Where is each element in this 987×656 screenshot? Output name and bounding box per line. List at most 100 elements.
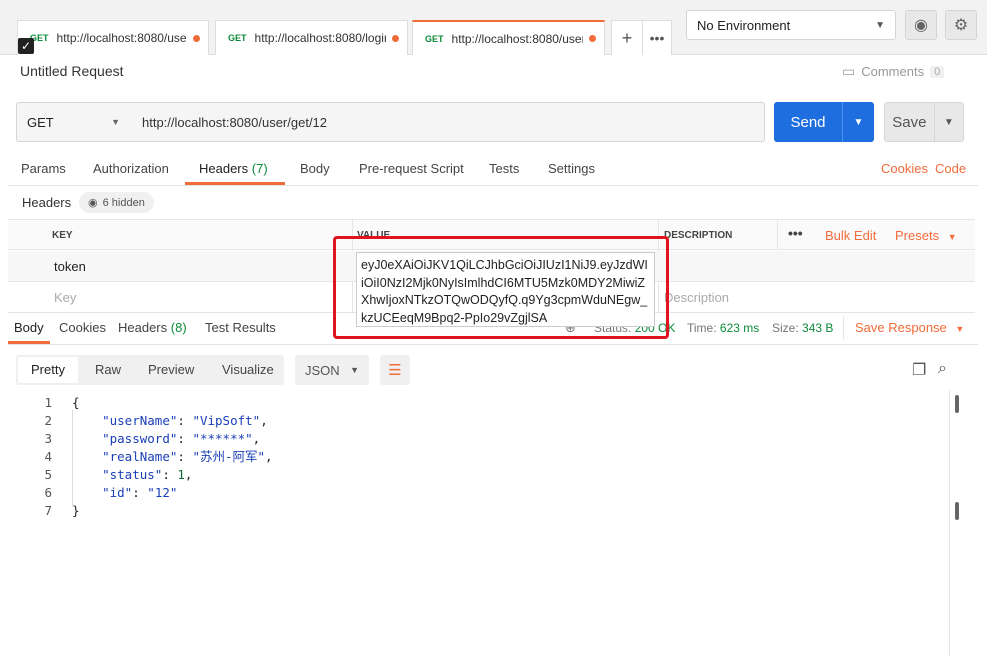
format-select[interactable]: JSON ▼	[295, 355, 369, 385]
request-tab-3[interactable]: GET http://localhost:8080/user/get/12	[412, 20, 605, 55]
line-number: 3	[44, 431, 52, 446]
view-pretty-button[interactable]: Pretty	[31, 362, 65, 377]
request-tabs: Params Authorization Headers (7) Body Pr…	[8, 153, 978, 186]
presets-dropdown[interactable]: Presets ▼	[895, 228, 957, 243]
new-tab-button[interactable]: +	[611, 20, 643, 55]
scrollbar-thumb[interactable]	[955, 395, 959, 413]
method-select[interactable]: GET ▼	[16, 102, 131, 142]
environment-label: No Environment	[697, 17, 791, 33]
more-tabs-button[interactable]: •••	[642, 20, 672, 55]
code-line: "realName": "苏州-阿军",	[102, 449, 273, 464]
environment-quick-look-button[interactable]: ◉	[905, 10, 937, 40]
scrollbar-thumb[interactable]	[955, 502, 959, 520]
more-icon: •••	[649, 30, 665, 46]
view-visualize-button[interactable]: Visualize	[222, 362, 274, 377]
tab-tests[interactable]: Tests	[489, 161, 519, 176]
tab-body[interactable]: Body	[300, 161, 330, 176]
format-label: JSON	[305, 362, 340, 378]
hidden-headers-label: 6 hidden	[102, 196, 145, 209]
json-username-value: VipSoft	[199, 413, 253, 428]
tab-method: GET	[425, 33, 444, 44]
bulk-edit-link[interactable]: Bulk Edit	[825, 228, 876, 243]
resp-tab-headers[interactable]: Headers (8)	[118, 320, 187, 335]
line-number: 6	[44, 485, 52, 500]
response-body-code[interactable]: { "userName": "VipSoft", "password": "**…	[72, 394, 273, 520]
url-input[interactable]: http://localhost:8080/user/get/12	[130, 102, 765, 142]
resp-tab-headers-label: Headers	[118, 320, 168, 335]
response-time: Time: 623 ms	[687, 321, 759, 335]
manage-environments-button[interactable]: ⚙	[945, 10, 977, 40]
header-key[interactable]: token	[54, 259, 86, 274]
resp-tab-cookies[interactable]: Cookies	[59, 320, 106, 335]
code-line: "password": "******",	[102, 431, 261, 446]
code-link[interactable]: Code	[935, 161, 966, 176]
wrap-icon: ☰	[388, 362, 402, 379]
unsaved-dot-icon	[193, 34, 200, 42]
tab-headers-label: Headers	[199, 161, 249, 176]
tab-url: http://localhost:8080/user/get/12	[451, 31, 583, 46]
column-key: KEY	[52, 230, 73, 241]
active-tab-indicator	[185, 182, 285, 185]
save-response-dropdown[interactable]: Save Response ▼	[855, 320, 964, 335]
tab-authorization[interactable]: Authorization	[93, 161, 169, 176]
tab-url: http://localhost:8080/user/get/12	[56, 31, 187, 45]
view-raw-button[interactable]: Raw	[95, 362, 121, 377]
response-size: Size: 343 B	[772, 321, 833, 335]
size-value: 343 B	[802, 321, 834, 335]
tab-params[interactable]: Params	[21, 161, 66, 176]
header-enabled-checkbox[interactable]: ✓	[18, 38, 34, 54]
gear-icon: ⚙	[953, 17, 969, 34]
tab-headers[interactable]: Headers (7)	[199, 161, 268, 176]
line-number: 4	[44, 449, 52, 464]
column-options-icon[interactable]: •••	[788, 225, 803, 241]
headers-section-label: Headers	[22, 195, 72, 210]
wrap-lines-button[interactable]: ☰	[380, 355, 410, 385]
hidden-headers-toggle[interactable]: ◉ 6 hidden	[79, 192, 154, 213]
resp-tab-body[interactable]: Body	[14, 320, 44, 335]
presets-label: Presets	[895, 228, 940, 243]
comment-icon: ▭	[842, 63, 856, 79]
line-number: 5	[44, 467, 52, 482]
key-input[interactable]: Key	[54, 290, 76, 305]
editor-border	[949, 390, 950, 656]
tab-prerequest-script[interactable]: Pre-request Script	[359, 161, 464, 176]
tab-method: GET	[228, 33, 247, 43]
resp-tab-test-results[interactable]: Test Results	[205, 320, 276, 335]
chevron-down-icon: ▼	[875, 19, 885, 31]
line-number: 7	[44, 503, 52, 518]
code-line: "userName": "VipSoft",	[102, 413, 268, 428]
copy-icon[interactable]: ❐	[912, 360, 926, 380]
send-options-chevron-icon[interactable]: ▼	[842, 102, 874, 142]
code-line: "id": "12"	[102, 485, 178, 500]
save-response-label: Save Response	[855, 320, 947, 335]
environment-select[interactable]: No Environment ▼	[686, 10, 896, 40]
time-label: Time:	[687, 321, 717, 335]
comments-count: 0	[930, 65, 945, 78]
description-input[interactable]: Description	[664, 290, 729, 305]
save-options-chevron-icon[interactable]: ▼	[933, 103, 963, 141]
save-button[interactable]: Save ▼	[884, 102, 964, 142]
active-response-tab-indicator	[8, 341, 50, 344]
json-status-value: 1	[177, 467, 185, 482]
tab-settings[interactable]: Settings	[548, 161, 595, 176]
method-label: GET	[27, 114, 54, 130]
unsaved-dot-icon	[392, 34, 399, 42]
line-number: 2	[44, 413, 52, 428]
request-title[interactable]: Untitled Request	[20, 63, 124, 79]
search-icon[interactable]: ⌕	[938, 360, 947, 378]
request-tab-1[interactable]: GET http://localhost:8080/user/get/12	[17, 20, 209, 55]
highlight-annotation-box	[333, 236, 669, 339]
chevron-down-icon: ▼	[350, 365, 359, 375]
json-id-value: 12	[154, 485, 170, 500]
view-preview-button[interactable]: Preview	[148, 362, 194, 377]
chevron-down-icon: ▼	[111, 117, 120, 127]
column-divider	[777, 220, 778, 250]
request-tab-2[interactable]: GET http://localhost:8080/login	[215, 20, 408, 55]
chevron-down-icon: ▼	[947, 232, 957, 242]
send-button[interactable]: Send ▼	[774, 102, 874, 142]
cookies-link[interactable]: Cookies	[881, 161, 928, 176]
divider	[843, 317, 844, 339]
json-password-value: ******	[199, 431, 246, 446]
comments-button[interactable]: ▭ Comments 0	[842, 63, 945, 80]
tab-headers-count: (7)	[251, 161, 268, 176]
